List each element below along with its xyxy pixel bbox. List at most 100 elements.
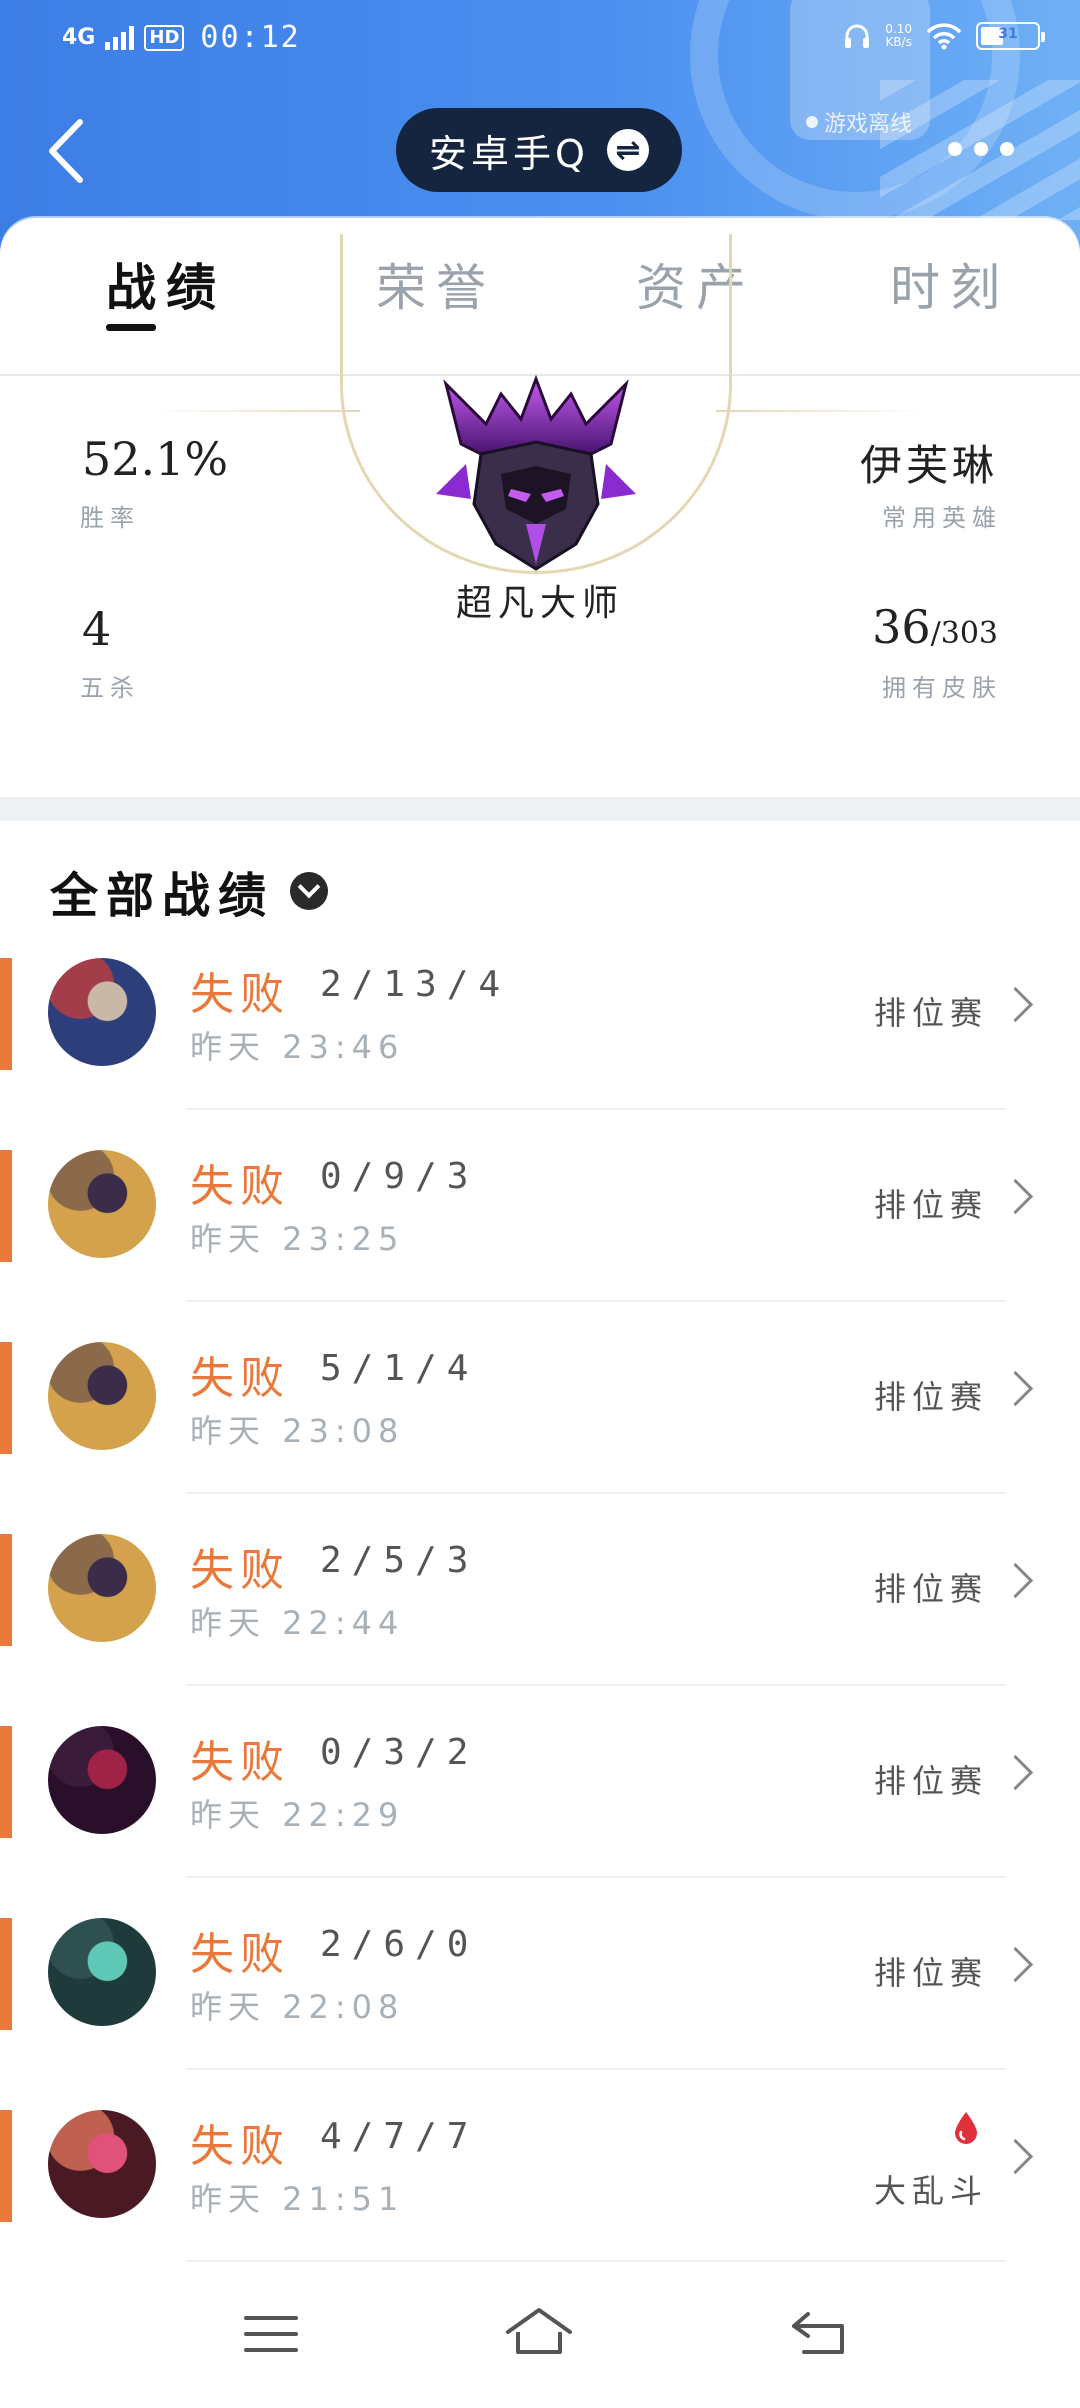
rank-line-left [150,410,360,412]
battery-level: 31 [998,26,1018,42]
hero-avatar [48,1726,156,1834]
match-kda: 5/1/4 [320,1348,479,1389]
match-time: 昨天 22:29 [190,1796,405,1834]
match-time: 昨天 22:08 [190,1988,405,2026]
blood-drop-icon [955,2112,977,2144]
chevron-right-icon [997,1946,1034,1983]
match-time: 昨天 23:08 [190,1412,405,1450]
status-dot-icon [806,116,818,128]
row-separator [186,2068,1006,2070]
match-kda: 2/13/4 [320,964,511,1005]
skins-total: /303 [930,616,998,651]
chevron-left-icon [49,119,83,183]
result-indicator-bar [0,958,12,1070]
account-switcher[interactable]: 安卓手Q ⇌ [396,108,682,192]
result-indicator-bar [0,1534,12,1646]
match-result: 失败 [190,1929,290,1980]
account-name: 安卓手Q [429,131,589,176]
network-type: 4G [62,24,96,50]
back-nav-button[interactable] [786,2304,856,2364]
result-indicator-bar [0,1150,12,1262]
section-divider [0,797,1080,821]
tab-moments[interactable]: 时刻 [890,248,1010,320]
match-result: 失败 [190,1545,290,1596]
match-time: 昨天 23:46 [190,1028,405,1066]
match-row[interactable]: 失败 2/5/3 昨天 22:44 排位赛 [0,1524,1080,1716]
match-row[interactable]: 失败 0/9/3 昨天 23:25 排位赛 [0,1140,1080,1332]
more-dot-icon [974,142,988,156]
more-dot-icon [948,142,962,156]
more-button[interactable] [948,142,1014,156]
result-indicator-bar [0,1918,12,2030]
match-kda: 2/5/3 [320,1540,479,1581]
common-hero-label: 常用英雄 [882,504,1002,532]
match-mode: 排位赛 [873,1762,988,1800]
match-time: 昨天 22:44 [190,1604,405,1642]
master-rank-emblem-icon [436,374,636,571]
pentakill-label: 五杀 [80,674,140,702]
match-time: 昨天 23:25 [190,1220,405,1258]
chevron-right-icon [997,986,1034,1023]
match-mode: 排位赛 [873,994,988,1032]
win-rate-label: 胜率 [80,504,140,532]
row-separator [186,1684,1006,1686]
row-separator [186,1108,1006,1110]
match-row[interactable]: 失败 4/7/7 昨天 21:51 大乱斗 [0,2100,1080,2292]
records-filter[interactable]: 全部战绩 [50,856,329,926]
home-button[interactable] [504,2304,574,2364]
row-separator [186,1876,1006,1878]
chevron-right-icon [997,1178,1034,1215]
rank-line-right [716,410,926,412]
battery-icon: 31 [976,22,1045,50]
hd-badge: HD [144,24,185,51]
row-separator [186,1300,1006,1302]
tab-record[interactable]: 战绩 [106,248,226,320]
offline-label: 游戏离线 [824,112,913,137]
chevron-right-icon [997,1370,1034,1407]
match-kda: 0/9/3 [320,1156,479,1197]
match-kda: 2/6/0 [320,1924,479,1965]
win-rate-value: 52.1% [82,432,229,486]
skins-label: 拥有皮肤 [882,674,1002,702]
back-button[interactable] [42,116,102,186]
chevron-right-icon [997,1562,1034,1599]
match-row[interactable]: 失败 2/6/0 昨天 22:08 排位赛 [0,1908,1080,2100]
result-indicator-bar [0,1726,12,1838]
chevron-right-icon [997,2138,1034,2175]
match-result: 失败 [190,1353,290,1404]
match-mode: 排位赛 [873,1378,988,1416]
swap-icon: ⇌ [606,129,649,171]
result-indicator-bar [0,1342,12,1454]
hero-avatar [48,1150,156,1258]
match-kda: 4/7/7 [320,2116,479,2157]
common-hero-value: 伊芙琳 [859,441,998,490]
menu-button[interactable] [236,2304,306,2364]
match-mode: 排位赛 [873,1954,988,1992]
wifi-icon [926,23,962,50]
match-result: 失败 [190,969,290,1020]
match-result: 失败 [190,1737,290,1788]
game-status: 游戏离线 [806,106,912,138]
match-row[interactable]: 失败 0/3/2 昨天 22:29 排位赛 [0,1716,1080,1908]
hero-avatar [48,1342,156,1450]
result-indicator-bar [0,2110,12,2222]
row-separator [186,2260,1006,2262]
status-bar: 4G HD 00:12 0.10 KB/s 31 [0,0,1080,80]
system-nav-bar [0,2270,1080,2408]
stats-panel: 超凡大师 52.1% 胜率 4 五杀 伊芙琳 常用英雄 36/303 拥有皮肤 [0,234,1080,794]
pentakill-value: 4 [82,602,112,656]
row-separator [186,1492,1006,1494]
skins-owned: 36 [872,600,931,654]
menu-icon [244,2316,298,2352]
return-icon [792,2312,844,2354]
match-row[interactable]: 失败 2/13/4 昨天 23:46 排位赛 [0,948,1080,1140]
match-kda: 0/3/2 [320,1732,479,1773]
match-time: 昨天 21:51 [190,2180,405,2218]
hero-avatar [48,1534,156,1642]
match-row[interactable]: 失败 5/1/4 昨天 23:08 排位赛 [0,1332,1080,1524]
home-icon [506,2308,572,2354]
headphones-icon [845,24,870,48]
hero-avatar [48,958,156,1066]
records-title: 全部战绩 [50,868,275,924]
match-mode: 大乱斗 [873,2172,988,2210]
